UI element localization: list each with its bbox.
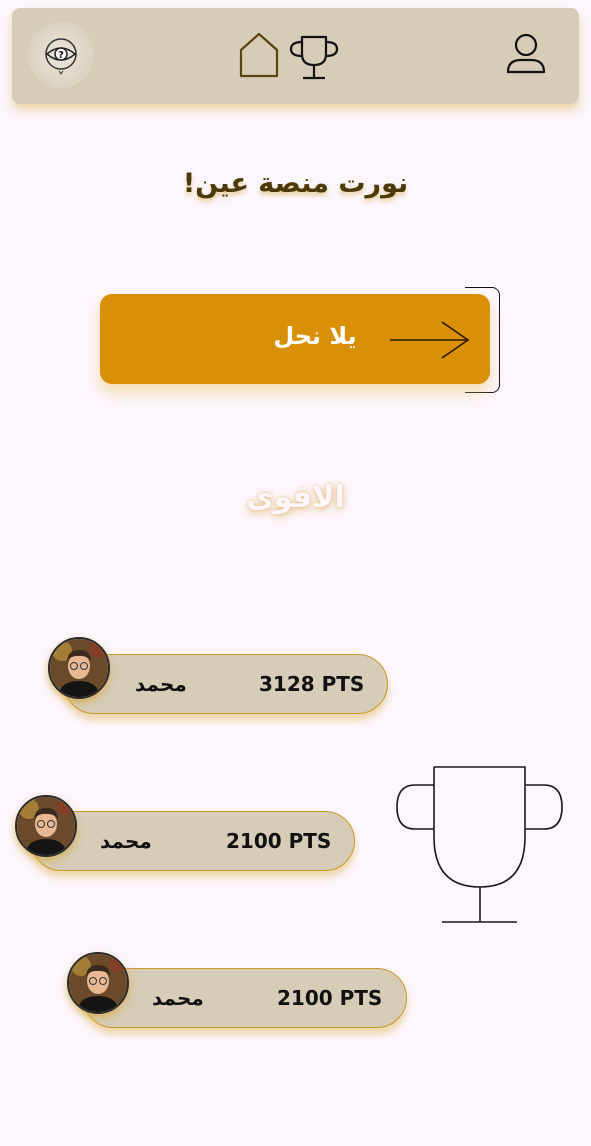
ranking-title: الاقوى (246, 480, 345, 515)
player-name: محمد (152, 986, 204, 1010)
welcome-heading: نورت منصة عين! (182, 168, 409, 199)
arrow-right-icon (390, 321, 470, 359)
trophy-outline-icon (396, 766, 563, 923)
avatar-image (17, 797, 75, 855)
svg-text:?: ? (58, 50, 64, 61)
player-points: 2100 PTS (277, 986, 383, 1010)
player-name: محمد (100, 829, 152, 853)
start-button[interactable]: يلا نحل (100, 294, 490, 384)
avatar-image (50, 639, 108, 697)
user-icon[interactable] (503, 32, 549, 78)
start-button-label: يلا نحل (273, 322, 357, 350)
home-icon[interactable] (232, 30, 286, 82)
avatar-image (69, 954, 127, 1012)
leaderboard-row[interactable]: محمد 2100 PTS (31, 811, 355, 871)
app-logo[interactable]: ? (28, 22, 94, 88)
trophy-icon[interactable] (288, 32, 340, 82)
player-points: 3128 PTS (259, 672, 365, 696)
player-name: محمد (135, 672, 187, 696)
eye-question-icon: ? (45, 38, 77, 75)
leaderboard-row[interactable]: محمد 2100 PTS (83, 968, 407, 1028)
leaderboard-row[interactable]: محمد 3128 PTS (64, 654, 388, 714)
avatar[interactable] (15, 795, 77, 857)
avatar[interactable] (67, 952, 129, 1014)
player-points: 2100 PTS (226, 829, 332, 853)
top-navbar: ? (12, 8, 579, 104)
avatar[interactable] (48, 637, 110, 699)
